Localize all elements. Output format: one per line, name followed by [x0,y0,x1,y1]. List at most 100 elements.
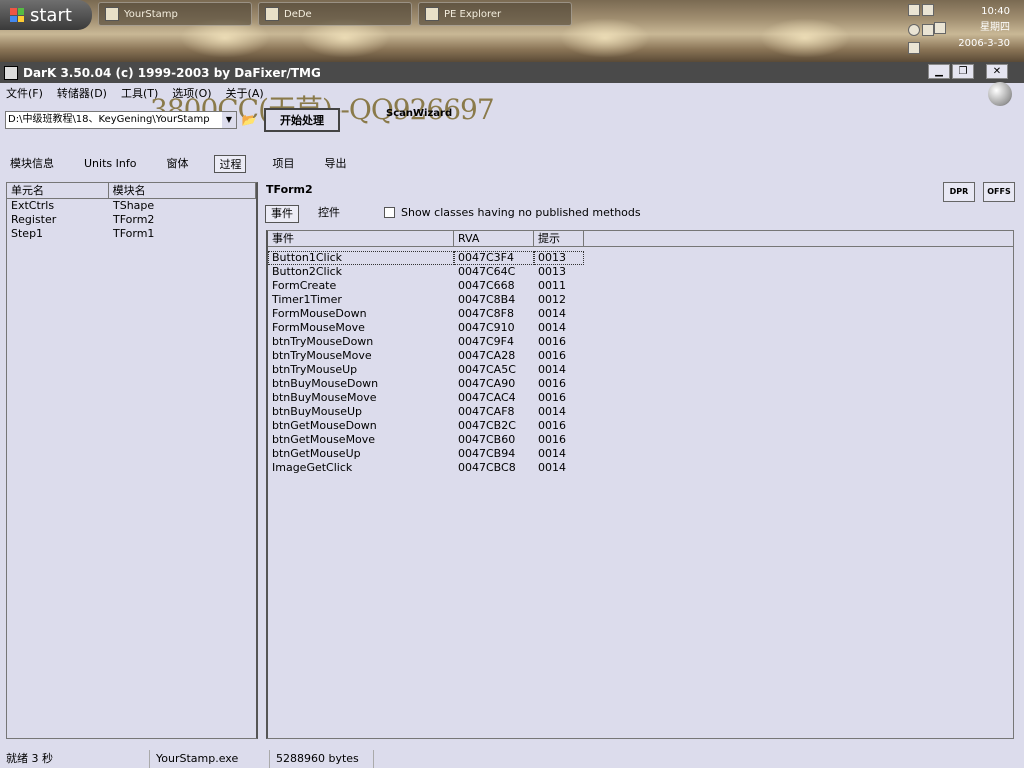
tab-project[interactable]: 项目 [268,155,298,173]
expand-tray-icon[interactable] [908,24,920,36]
event-row[interactable]: btnTryMouseDown 0047C9F4 0016 [268,335,1013,349]
menu-dumper[interactable]: 转储器(D) [57,85,107,101]
menu-options[interactable]: 选项(O) [172,85,211,101]
events-list-header: 事件 RVA 提示 [268,231,1013,247]
event-row[interactable]: btnBuyMouseMove 0047CAC4 0016 [268,391,1013,405]
menu-about[interactable]: 关于(A) [226,85,264,101]
event-hint: 0014 [538,405,566,418]
event-name: FormMouseMove [272,321,365,334]
lightbulb-icon[interactable] [988,82,1012,106]
event-name: btnBuyMouseDown [272,377,379,390]
background-glow [560,18,650,58]
event-rva: 0047CB94 [458,447,516,460]
column-header-event[interactable]: 事件 [268,231,454,246]
app-icon[interactable] [4,65,18,80]
unit-name: Step1 [11,227,44,240]
offs-button[interactable]: OFFS [983,182,1015,202]
event-row[interactable]: Button1Click 0047C3F4 0013 [268,251,1013,265]
taskbar-button-dede[interactable]: DeDe [258,2,412,26]
calendar-icon[interactable] [934,22,946,34]
event-row[interactable]: Button2Click 0047C64C 0013 [268,265,1013,279]
form-title: TForm2 [266,183,313,196]
window-title: DarK 3.50.04 (c) 1999-2003 by DaFixer/TM… [23,65,321,80]
status-size: 5288960 bytes [270,750,374,768]
event-rva: 0047C910 [458,321,515,334]
event-name: btnTryMouseDown [272,335,374,348]
event-name: btnBuyMouseUp [272,405,363,418]
event-rva: 0047CA5C [458,363,516,376]
column-header-rva[interactable]: RVA [454,231,534,246]
taskbar-button-yourstamp[interactable]: YourStamp [98,2,252,26]
event-name: Timer1Timer [272,293,342,306]
event-hint: 0016 [538,349,566,362]
event-row[interactable]: ImageGetClick 0047CBC8 0014 [268,461,1013,475]
dropdown-arrow-icon[interactable]: ▼ [222,112,236,128]
scanwizard-label[interactable]: ScanWizard [386,108,452,119]
tray-app-icon[interactable] [922,4,934,16]
taskbar-button-pe-explorer[interactable]: PE Explorer [418,2,572,26]
taskbar: start YourStamp DeDe PE Explorer 10:40 星… [0,0,1024,62]
event-rva: 0047CA90 [458,377,516,390]
event-rva: 0047CB2C [458,419,516,432]
close-button[interactable]: ✕ [986,64,1008,79]
event-row[interactable]: FormMouseDown 0047C8F8 0014 [268,307,1013,321]
menu-file[interactable]: 文件(F) [6,85,43,101]
event-hint: 0016 [538,335,566,348]
event-row[interactable]: FormCreate 0047C668 0011 [268,279,1013,293]
clock-date: 2006-3-30 [958,38,1010,49]
event-hint: 0016 [538,419,566,432]
event-hint: 0016 [538,391,566,404]
event-row[interactable]: Timer1Timer 0047C8B4 0012 [268,293,1013,307]
event-name: FormCreate [272,279,337,292]
units-row[interactable]: Register TForm2 [7,213,256,227]
module-name: TShape [113,199,155,212]
maximize-button[interactable]: ❐ [952,64,974,79]
tab-procedures[interactable]: 过程 [214,155,247,173]
tab-events[interactable]: 事件 [265,205,299,223]
network-icon[interactable] [908,4,920,16]
tab-module-info[interactable]: 模块信息 [6,155,58,173]
event-hint: 0014 [538,363,566,376]
app-icon [105,7,119,21]
start-processing-button[interactable]: 开始处理 [264,108,340,132]
column-header-module[interactable]: 模块名 [109,183,256,198]
event-hint: 0016 [538,377,566,390]
menu-tools[interactable]: 工具(T) [121,85,158,101]
tab-forms[interactable]: 窗体 [162,155,192,173]
units-row[interactable]: ExtCtrls TShape [7,199,256,213]
events-list[interactable]: 事件 RVA 提示 Button1Click 0047C3F4 0013 Butto… [266,230,1014,739]
event-row[interactable]: FormMouseMove 0047C910 0014 [268,321,1013,335]
show-classes-checkbox[interactable]: Show classes having no published methods [384,206,641,219]
checkbox-box[interactable] [384,207,395,218]
event-row[interactable]: btnGetMouseMove 0047CB60 0016 [268,433,1013,447]
column-header-hint[interactable]: 提示 [534,231,584,246]
volume-icon[interactable] [922,24,934,36]
tray-app-icon[interactable] [908,42,920,54]
app-icon [265,7,279,21]
event-row[interactable]: btnBuyMouseDown 0047CA90 0016 [268,377,1013,391]
dpr-button[interactable]: DPR [943,182,975,202]
minimize-button[interactable]: ▁ [928,64,950,79]
tab-units-info[interactable]: Units Info [80,155,140,173]
units-row[interactable]: Step1 TForm1 [7,227,256,241]
tab-controls[interactable]: 控件 [313,205,345,223]
open-folder-button[interactable]: 📂 [240,111,258,129]
menu-bar: 文件(F) 转储器(D) 工具(T) 选项(O) 关于(A) [0,84,1024,102]
event-row[interactable]: btnGetMouseDown 0047CB2C 0016 [268,419,1013,433]
event-row[interactable]: btnBuyMouseUp 0047CAF8 0014 [268,405,1013,419]
event-row[interactable]: btnTryMouseUp 0047CA5C 0014 [268,363,1013,377]
event-hint: 0014 [538,461,566,474]
project-path-combobox[interactable]: D:\中级班教程\18、KeyGening\YourStamp ▼ [5,111,237,129]
event-row[interactable]: btnTryMouseMove 0047CA28 0016 [268,349,1013,363]
units-list[interactable]: 单元名 模块名 ExtCtrls TShape Register TForm2 … [6,182,258,739]
event-hint: 0011 [538,279,566,292]
event-rva: 0047C64C [458,265,516,278]
tab-exports[interactable]: 导出 [320,155,350,173]
event-row[interactable]: btnGetMouseUp 0047CB94 0014 [268,447,1013,461]
clock[interactable]: 10:40 星期四 2006-3-30 [958,4,1010,52]
start-button[interactable]: start [0,0,92,30]
column-header-unit[interactable]: 单元名 [7,183,109,198]
module-name: TForm1 [113,227,155,240]
status-bar: 就绪 3 秒 YourStamp.exe 5288960 bytes [0,750,1024,768]
event-name: btnGetMouseDown [272,419,377,432]
